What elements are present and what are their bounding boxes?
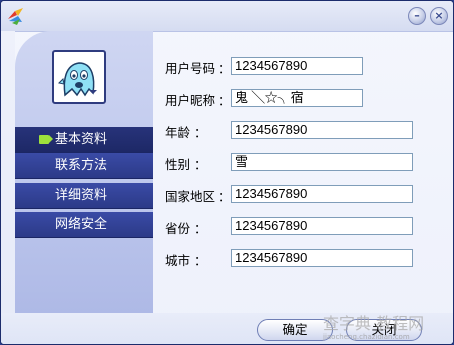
sidebar-item-security[interactable]: 网络安全 [15, 212, 153, 238]
sidebar-item-label: 联系方法 [55, 158, 108, 173]
sidebar-item-label: 详细资料 [55, 188, 108, 203]
country-field[interactable]: 1234567890 [231, 185, 413, 203]
watermark: 查字典 教程网 jiaocheng.chazidian.com [323, 316, 451, 344]
close-window-button[interactable]: × [430, 7, 448, 25]
gender-field[interactable]: 雪 [231, 153, 413, 171]
country-label: 国家地区 [165, 189, 216, 204]
province-field[interactable]: 1234567890 [231, 217, 413, 235]
avatar[interactable] [52, 50, 106, 104]
minimize-icon: – [414, 9, 420, 22]
age-label: 年龄 ： [165, 125, 207, 140]
sidebar-item-label: 基本资料 [55, 132, 108, 147]
nickname-colon: ： [218, 93, 231, 108]
sidebar-item-contact[interactable]: 联系方法 [15, 153, 153, 179]
app-logo-icon [8, 8, 23, 25]
country-colon: ： [218, 189, 231, 204]
avatar-dropdown-icon[interactable] [89, 90, 97, 94]
age-field[interactable]: 1234567890 [231, 121, 413, 139]
city-label: 城市 ： [165, 253, 207, 268]
sidebar-margin [1, 31, 15, 343]
nickname-field[interactable]: 鬼 ╲☆╮宿 [231, 89, 363, 107]
sidebar-item-basic-info[interactable]: 基本资料 [15, 127, 153, 153]
province-label: 省份 ： [165, 221, 207, 236]
sidebar-item-details[interactable]: 详细资料 [15, 183, 153, 209]
gender-label: 性别 ： [165, 157, 207, 172]
minimize-button[interactable]: – [408, 7, 426, 25]
user-id-field[interactable]: 1234567890 [231, 57, 363, 75]
user-id-colon: ： [218, 61, 231, 76]
close-icon: × [434, 9, 444, 22]
city-field[interactable]: 1234567890 [231, 249, 413, 267]
active-arrow-icon [39, 135, 53, 144]
user-id-label: 用户号码 [165, 61, 216, 76]
sidebar-item-label: 网络安全 [55, 217, 108, 232]
ok-button[interactable]: 确定 [257, 319, 333, 341]
watermark-text: 查字典 教程网 [323, 314, 425, 333]
watermark-subtext: jiaocheng.chazidian.com [323, 333, 410, 341]
sidebar: 基本资料 联系方法 详细资料 网络安全 [15, 31, 153, 313]
profile-window: – × 基本资料 联系方法 详细资料 网络安全 用户号码 ： 123456789… [0, 0, 454, 345]
nickname-label: 用户昵称 [165, 93, 216, 108]
title-bar[interactable]: – × [1, 1, 453, 32]
